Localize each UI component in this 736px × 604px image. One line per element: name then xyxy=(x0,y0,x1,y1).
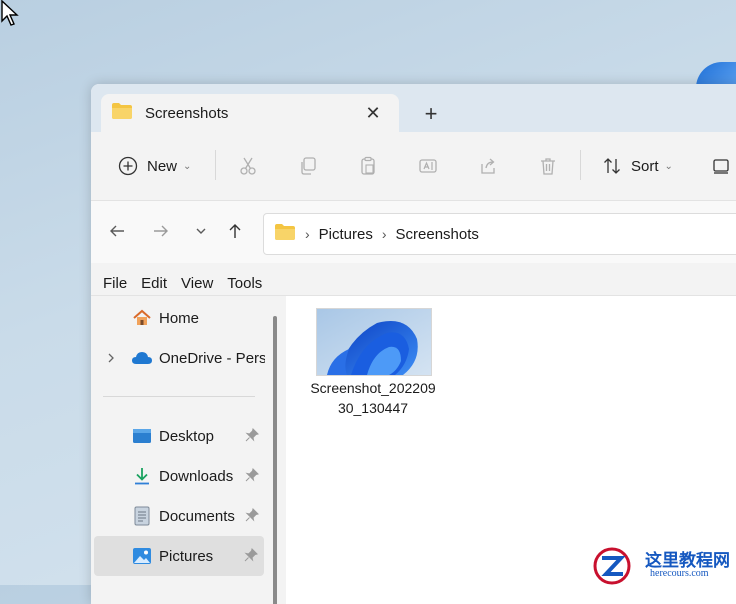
pin-icon[interactable] xyxy=(244,548,258,562)
home-icon xyxy=(131,307,153,329)
view-button[interactable] xyxy=(708,150,734,182)
file-name-label: Screenshot_20220930_130447 xyxy=(310,380,436,416)
chevron-right-icon[interactable] xyxy=(103,352,119,364)
rename-button[interactable] xyxy=(415,150,441,182)
sort-arrows-icon xyxy=(599,153,625,179)
rename-icon xyxy=(415,153,441,179)
folder-icon xyxy=(111,102,133,125)
share-button[interactable] xyxy=(475,150,501,182)
folder-icon xyxy=(274,223,296,246)
wallpaper-bloom-image xyxy=(317,309,431,375)
arrow-right-icon xyxy=(154,225,168,237)
menu-bar: File Edit View Tools xyxy=(91,270,736,296)
sidebar-item-label: Pictures xyxy=(159,547,214,565)
toolbar-divider xyxy=(215,150,216,180)
address-box[interactable]: › Pictures › Screenshots xyxy=(263,213,736,255)
sidebar-divider xyxy=(103,396,255,397)
sidebar-item-label: Downloads xyxy=(159,467,234,485)
tab-strip: Screenshots ✕ + xyxy=(91,84,736,132)
download-icon xyxy=(131,465,153,487)
tab-screenshots[interactable]: Screenshots ✕ xyxy=(101,94,399,132)
menu-view[interactable]: View xyxy=(181,275,213,292)
new-tab-button[interactable]: + xyxy=(417,100,445,128)
forward-button[interactable] xyxy=(147,217,175,245)
file-thumbnail[interactable] xyxy=(316,308,432,376)
copy-button[interactable] xyxy=(295,150,321,182)
chevron-down-icon: ⌄ xyxy=(183,160,192,172)
site-watermark: 这里教程网 herecours.com xyxy=(590,544,736,585)
sidebar-item-pictures[interactable]: Pictures xyxy=(94,536,264,576)
up-button[interactable] xyxy=(221,217,249,245)
trash-icon xyxy=(535,153,561,179)
sidebar-item-downloads[interactable]: Downloads xyxy=(91,456,265,496)
sidebar-item-documents[interactable]: Documents xyxy=(91,496,265,536)
sidebar-item-desktop[interactable]: Desktop xyxy=(91,416,265,456)
close-tab-icon[interactable]: ✕ xyxy=(359,99,387,127)
view-layout-icon xyxy=(708,153,734,179)
paste-button[interactable] xyxy=(355,150,381,182)
back-button[interactable] xyxy=(103,217,131,245)
menu-edit[interactable]: Edit xyxy=(141,275,167,292)
menu-tools[interactable]: Tools xyxy=(227,275,262,292)
clipboard-icon xyxy=(355,153,381,179)
sidebar-item-home[interactable]: Home xyxy=(91,298,265,338)
document-icon xyxy=(131,505,153,527)
recent-locations-button[interactable] xyxy=(187,217,215,245)
delete-button[interactable] xyxy=(535,150,561,182)
address-bar-row: › Pictures › Screenshots xyxy=(91,201,736,263)
sidebar-item-label: Documents xyxy=(159,507,235,525)
copy-icon xyxy=(295,153,321,179)
share-icon xyxy=(475,153,501,179)
arrow-left-icon xyxy=(110,225,124,237)
chevron-down-icon xyxy=(196,228,206,234)
sidebar-item-label: Desktop xyxy=(159,427,215,445)
menu-file[interactable]: File xyxy=(103,275,127,292)
sort-button[interactable]: Sort ⌄ xyxy=(599,150,673,182)
chevron-right-icon: › xyxy=(305,226,310,242)
pin-icon[interactable] xyxy=(245,428,259,442)
sort-label: Sort xyxy=(631,157,659,175)
cut-button[interactable] xyxy=(235,150,261,182)
watermark-site: herecours.com xyxy=(650,568,709,579)
cloud-icon xyxy=(131,347,153,369)
file-explorer-window: Screenshots ✕ + New ⌄ Sort ⌄ › Pictures … xyxy=(91,84,736,604)
new-button[interactable]: New ⌄ xyxy=(115,150,191,182)
tab-title: Screenshots xyxy=(145,104,229,122)
new-label: New xyxy=(147,157,178,175)
pin-icon[interactable] xyxy=(245,508,259,522)
sidebar-scrollbar[interactable] xyxy=(273,316,277,604)
toolbar-divider xyxy=(580,150,581,180)
navigation-pane: Home OneDrive - Pers Desktop Downloads D… xyxy=(91,296,277,604)
breadcrumb-screenshots[interactable]: Screenshots xyxy=(396,226,479,243)
arrow-up-icon xyxy=(229,224,241,238)
sidebar-item-onedrive[interactable]: OneDrive - Pers xyxy=(91,338,265,378)
sidebar-item-label: OneDrive - Pers xyxy=(159,349,265,367)
mouse-cursor-icon xyxy=(1,0,19,26)
chevron-right-icon: › xyxy=(381,226,387,242)
command-bar: New ⌄ Sort ⌄ xyxy=(91,132,736,201)
desktop-icon xyxy=(131,425,153,447)
plus-circle-icon xyxy=(115,153,141,179)
breadcrumb-pictures[interactable]: Pictures xyxy=(319,226,373,243)
pin-icon[interactable] xyxy=(245,468,259,482)
scissors-icon xyxy=(235,153,261,179)
chevron-down-icon: ⌄ xyxy=(664,160,673,172)
sidebar-item-label: Home xyxy=(159,309,200,327)
pictures-icon xyxy=(131,545,153,567)
